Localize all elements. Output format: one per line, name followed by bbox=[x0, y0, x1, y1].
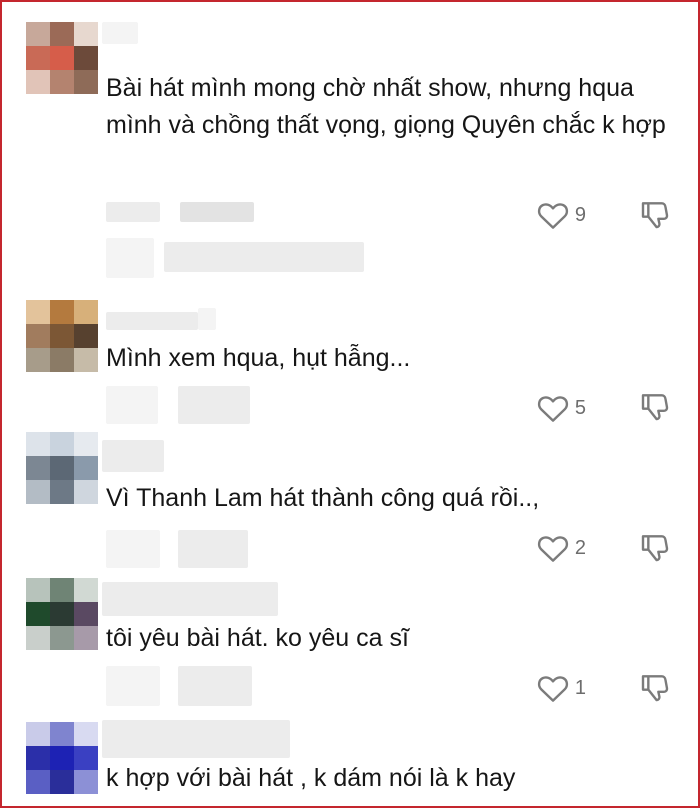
username-blurred bbox=[102, 720, 290, 758]
heart-outline-icon bbox=[537, 536, 568, 562]
dislike-button[interactable] bbox=[638, 390, 672, 427]
heart-outline-icon bbox=[537, 676, 568, 702]
date-blurred bbox=[106, 530, 160, 568]
heart-outline-icon bbox=[537, 396, 568, 422]
username-blurred bbox=[102, 440, 164, 472]
like-button[interactable]: 1 bbox=[537, 673, 586, 703]
view-replies-blurred bbox=[164, 242, 364, 272]
dislike-button[interactable] bbox=[638, 531, 672, 568]
avatar[interactable] bbox=[26, 432, 98, 504]
like-count: 2 bbox=[574, 536, 586, 559]
avatar[interactable] bbox=[26, 22, 98, 94]
dislike-button[interactable] bbox=[638, 671, 672, 708]
avatar[interactable] bbox=[26, 300, 98, 372]
dislike-button[interactable] bbox=[638, 198, 672, 235]
like-button[interactable]: 5 bbox=[537, 393, 586, 423]
date-blurred bbox=[106, 202, 160, 222]
thumbs-down-outline-icon bbox=[641, 535, 669, 562]
comment-text: tôi yêu bài hát. ko yêu ca sĩ bbox=[106, 624, 409, 652]
thumbs-down-outline-icon bbox=[641, 202, 669, 229]
username-blurred bbox=[102, 582, 278, 616]
date-blurred bbox=[106, 386, 158, 424]
comments-panel: Bài hát mình mong chờ nhất show, nhưng h… bbox=[0, 0, 700, 808]
like-count: 1 bbox=[574, 676, 586, 699]
reply-blurred bbox=[178, 386, 250, 424]
date-blurred bbox=[106, 666, 160, 706]
username-blurred bbox=[198, 308, 216, 330]
username-blurred bbox=[102, 22, 138, 44]
thumbs-down-outline-icon bbox=[641, 675, 669, 702]
translate-blurred bbox=[106, 238, 154, 278]
reply-blurred bbox=[180, 202, 254, 222]
avatar[interactable] bbox=[26, 722, 98, 794]
like-count: 9 bbox=[574, 203, 586, 226]
comment-text: Vì Thanh Lam hát thành công quá rồi.., bbox=[106, 484, 540, 512]
avatar[interactable] bbox=[26, 578, 98, 650]
comment-text: Mình xem hqua, hụt hẫng... bbox=[106, 344, 411, 372]
comment-text: k hợp với bài hát , k dám nói là k hay bbox=[106, 764, 516, 792]
like-count: 5 bbox=[574, 396, 586, 419]
reply-blurred bbox=[178, 530, 248, 568]
reply-blurred bbox=[178, 666, 252, 706]
comment-text: Bài hát mình mong chờ nhất show, nhưng h… bbox=[106, 74, 666, 139]
heart-outline-icon bbox=[537, 203, 568, 229]
like-button[interactable]: 2 bbox=[537, 533, 586, 563]
thumbs-down-outline-icon bbox=[641, 394, 669, 421]
username-blurred bbox=[106, 312, 198, 330]
like-button[interactable]: 9 bbox=[537, 200, 586, 230]
